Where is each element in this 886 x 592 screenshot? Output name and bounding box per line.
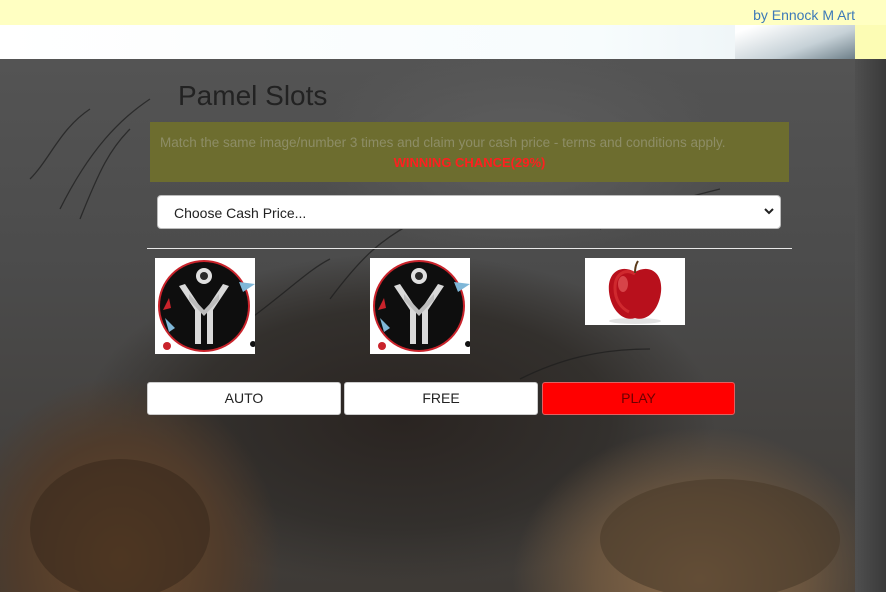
cash-price-select[interactable]: Choose Cash Price...: [157, 195, 781, 229]
logo-emblem-icon: [370, 258, 470, 354]
free-button[interactable]: FREE: [344, 382, 538, 415]
page-title: Pamel Slots: [178, 80, 328, 111]
red-apple-icon: [585, 258, 685, 325]
background-edge: [855, 59, 886, 592]
background-image-strip: [0, 25, 855, 60]
chevron-down-icon: [764, 208, 774, 215]
slot-reel-2: [370, 258, 470, 354]
background-image-fragment: [735, 25, 855, 60]
winning-chance: WINNING CHANCE(29%): [393, 155, 546, 170]
slot-reel-3: [585, 258, 685, 325]
divider: [147, 248, 792, 249]
top-banner: by Ennock M Art: [0, 0, 886, 25]
rules-message: Match the same image/number 3 times and …: [160, 135, 726, 150]
artist-credit-link[interactable]: by Ennock M Art: [753, 7, 855, 23]
auto-button[interactable]: AUTO: [147, 382, 341, 415]
cash-price-selected-value: Choose Cash Price...: [174, 205, 307, 221]
logo-emblem-icon: [155, 258, 255, 354]
rules-notice: Match the same image/number 3 times and …: [150, 122, 789, 182]
slot-reel-1: [155, 258, 255, 354]
play-button[interactable]: PLAY: [542, 382, 735, 415]
